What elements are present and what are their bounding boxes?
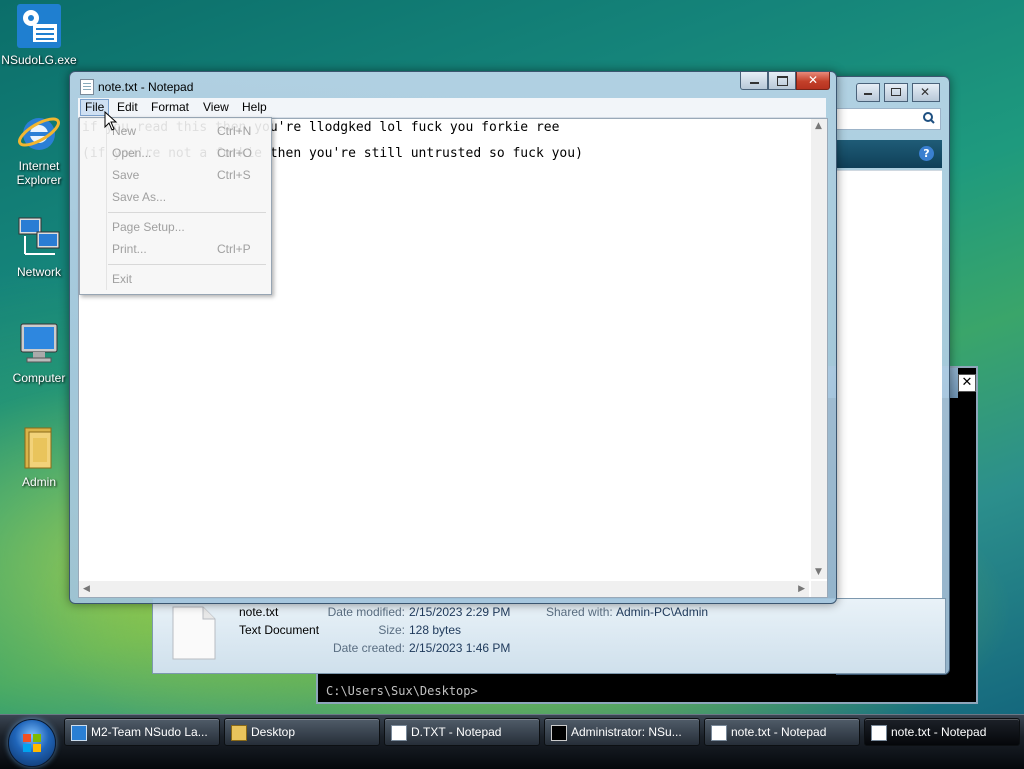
taskbar-button-desktop[interactable]: Desktop — [224, 718, 380, 746]
explorer-search-box[interactable] — [836, 108, 941, 130]
menu-view[interactable]: View — [199, 100, 233, 115]
network-icon — [15, 214, 63, 262]
search-icon[interactable] — [923, 112, 935, 127]
nsudo-icon — [71, 725, 87, 741]
file-menu-shortcut: Ctrl+O — [217, 146, 253, 160]
desktop-icon-internet-explorer[interactable]: Internet Explorer — [1, 108, 77, 187]
notepad-maximize-button[interactable] — [768, 72, 796, 90]
explorer-window[interactable]: ✕ ? — [836, 76, 950, 675]
taskbar-button-label: Desktop — [251, 725, 296, 739]
menu-separator — [108, 212, 266, 213]
taskbar-button-note-txt-notepad-active[interactable]: note.txt - Notepad — [864, 718, 1020, 746]
file-menu-dropdown: New Ctrl+N Open... Ctrl+O Save Ctrl+S Sa… — [79, 117, 272, 295]
explorer-maximize-button[interactable] — [884, 83, 908, 102]
details-file-name: note.txt — [239, 605, 279, 619]
desktop-icon-label: Admin — [21, 475, 56, 489]
internet-explorer-icon — [15, 108, 63, 156]
desktop-icon-label: Internet Explorer — [16, 159, 62, 187]
taskbar-button-label: M2-Team NSudo La... — [91, 725, 208, 739]
taskbar-button-d-txt-notepad[interactable]: D.TXT - Notepad — [384, 718, 540, 746]
user-folder-icon — [15, 424, 63, 472]
notepad-menubar: File Edit Format View Help — [78, 98, 826, 118]
details-date-modified-label: Date modified: — [327, 605, 405, 619]
file-menu-item-exit[interactable]: Exit — [112, 272, 132, 286]
taskbar-button-label: Administrator: NSu... — [571, 725, 682, 739]
taskbar-button-label: note.txt - Notepad — [891, 725, 987, 739]
console-prompt[interactable]: C:\Users\Sux\Desktop> — [326, 684, 478, 698]
desktop-icon-label: NSudoLG.exe — [1, 53, 77, 67]
scroll-left-arrow-icon[interactable]: ◀ — [83, 584, 90, 594]
taskbar-button-administrator-console[interactable]: Administrator: NSu... — [544, 718, 700, 746]
file-menu-shortcut: Ctrl+P — [217, 242, 251, 256]
notepad-icon[interactable] — [80, 79, 94, 95]
desktop-icon-computer[interactable]: Computer — [1, 320, 77, 385]
menu-separator — [108, 264, 266, 265]
notepad-icon — [711, 725, 727, 741]
nsudo-gear-icon — [15, 2, 63, 50]
file-menu-item-save-as[interactable]: Save As... — [112, 190, 166, 204]
file-menu-item-print[interactable]: Print... — [112, 242, 147, 256]
taskbar-button-note-txt-notepad[interactable]: note.txt - Notepad — [704, 718, 860, 746]
file-menu-gutter — [106, 120, 107, 290]
file-menu-item-page-setup[interactable]: Page Setup... — [112, 220, 185, 234]
details-date-modified: 2/15/2023 2:29 PM — [409, 605, 511, 619]
menu-format[interactable]: Format — [147, 100, 193, 115]
console-close-button[interactable]: ✕ — [958, 374, 976, 392]
desktop-icon-label: Computer — [12, 371, 66, 385]
computer-icon — [15, 320, 63, 368]
taskbar: M2-Team NSudo La... Desktop D.TXT - Note… — [0, 714, 1024, 769]
details-date-created: 2/15/2023 1:46 PM — [409, 641, 511, 655]
details-size: 128 bytes — [409, 623, 462, 637]
menu-help[interactable]: Help — [238, 100, 271, 115]
file-menu-item-save[interactable]: Save — [112, 168, 139, 182]
scroll-down-arrow-icon[interactable]: ▼ — [815, 567, 822, 577]
notepad-icon — [871, 725, 887, 741]
console-icon — [551, 725, 567, 741]
start-button[interactable] — [8, 719, 56, 767]
desktop-icon-network[interactable]: Network — [1, 214, 77, 279]
notepad-close-button[interactable]: ✕ — [796, 72, 830, 90]
horizontal-scrollbar[interactable]: ◀ ▶ — [79, 581, 809, 597]
explorer-minimize-button[interactable] — [856, 83, 880, 102]
vertical-scrollbar[interactable]: ▲ ▼ — [811, 119, 827, 579]
explorer-close-button[interactable]: ✕ — [912, 83, 940, 102]
explorer-details-pane: note.txt Text Document Date modified: 2/… — [152, 598, 946, 674]
file-menu-shortcut: Ctrl+S — [217, 168, 251, 182]
windows-logo-icon — [23, 734, 41, 755]
taskbar-button-label: D.TXT - Notepad — [411, 725, 502, 739]
desktop-icon-admin[interactable]: Admin — [1, 424, 77, 489]
desktop-icon-nsudolg[interactable]: NSudoLG.exe — [1, 2, 77, 67]
details-size-label: Size: — [378, 623, 405, 637]
details-file-type: Text Document — [239, 623, 320, 637]
scroll-up-arrow-icon[interactable]: ▲ — [815, 121, 822, 131]
scroll-right-arrow-icon[interactable]: ▶ — [798, 584, 805, 594]
folder-icon — [231, 725, 247, 741]
details-shared-with: Admin-PC\Admin — [616, 605, 709, 619]
explorer-command-bar: ? — [836, 140, 942, 168]
help-icon[interactable]: ? — [919, 146, 934, 161]
notepad-title: note.txt - Notepad — [98, 80, 194, 94]
text-document-icon — [171, 605, 217, 664]
details-shared-with-label: Shared with: — [546, 605, 613, 619]
details-date-created-label: Date created: — [332, 641, 405, 655]
file-menu-item-open[interactable]: Open... — [112, 146, 151, 160]
size-grip[interactable] — [811, 581, 827, 597]
taskbar-button-nsudo[interactable]: M2-Team NSudo La... — [64, 718, 220, 746]
file-menu-shortcut: Ctrl+N — [217, 124, 252, 138]
notepad-minimize-button[interactable] — [740, 72, 768, 90]
mouse-pointer-icon — [104, 110, 118, 134]
notepad-icon — [391, 725, 407, 741]
explorer-content-pane[interactable] — [836, 170, 942, 599]
taskbar-button-label: note.txt - Notepad — [731, 725, 827, 739]
desktop-icon-label: Network — [16, 265, 61, 279]
